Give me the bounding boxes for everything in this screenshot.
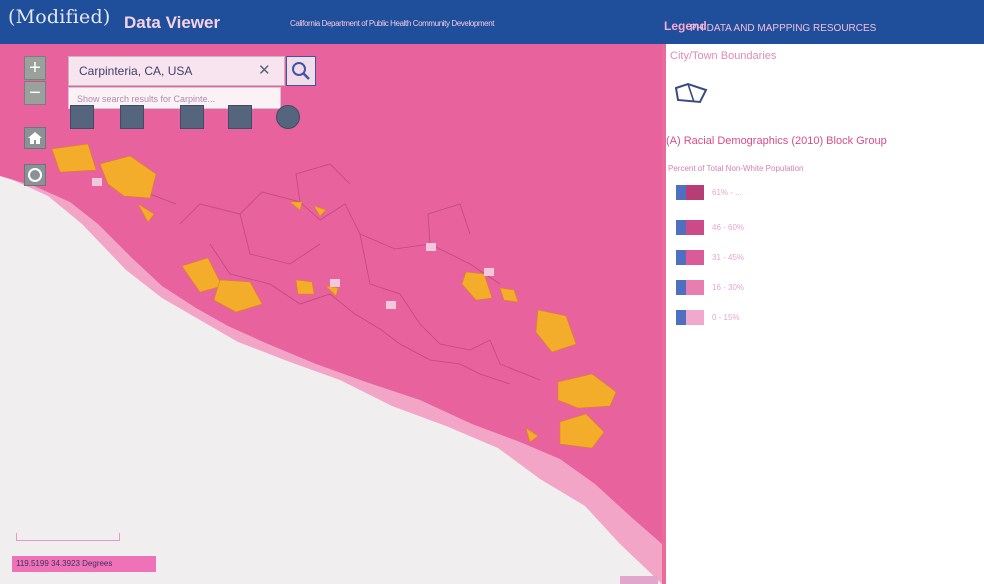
legend-class-label: 61% - ...: [712, 188, 742, 197]
agency-link[interactable]: California Department of Public Health C…: [290, 19, 495, 28]
scale-bar: [16, 533, 120, 541]
legend-class-label: 0 - 15%: [712, 313, 740, 322]
bookmark-tool-button[interactable]: [180, 105, 204, 129]
app-header: (Modified) Data Viewer California Depart…: [0, 0, 984, 44]
search-clear-button[interactable]: ✕: [258, 61, 271, 79]
app-root: (Modified) Data Viewer California Depart…: [0, 0, 984, 584]
coordinate-readout: 119.5199 34.3923 Degrees: [12, 556, 156, 572]
zoom-out-button[interactable]: −: [24, 81, 46, 105]
basemap-tool-button[interactable]: [70, 105, 94, 129]
resources-link[interactable]: PH DATA AND MAPPPING RESOURCES: [690, 23, 876, 34]
search-button[interactable]: [286, 56, 316, 86]
layers-tool-button[interactable]: [228, 105, 252, 129]
map-canvas[interactable]: + − ✕ Show search results for Carpinte..…: [0, 44, 662, 584]
info-tool-button[interactable]: [276, 105, 300, 129]
print-tool-button[interactable]: [120, 105, 144, 129]
legend-swatch: [676, 280, 704, 295]
search-icon: [292, 62, 310, 80]
legend-layer-city: City/Town Boundaries: [670, 50, 777, 62]
legend-panel: City/Town Boundaries (A) Racial Demograp…: [662, 44, 984, 584]
legend-class-label: 46 - 60%: [712, 223, 745, 232]
home-icon: [28, 132, 42, 144]
legend-swatch: [676, 310, 704, 325]
legend-class-label: 16 - 30%: [712, 283, 745, 292]
zoom-in-button[interactable]: +: [24, 56, 46, 80]
legend-field-label: Percent of Total Non-White Population: [668, 164, 804, 173]
polygon-icon: [674, 82, 708, 104]
legend-swatch: [676, 220, 704, 235]
locate-button[interactable]: [24, 164, 46, 186]
map-layers: [0, 44, 662, 584]
watermark-label: (Modified): [8, 6, 111, 28]
legend-swatch: [676, 185, 704, 200]
home-button[interactable]: [24, 127, 46, 149]
locate-icon: [28, 168, 42, 182]
search-container: [68, 56, 285, 86]
legend-swatch: [676, 250, 704, 265]
legend-layer-demographics: (A) Racial Demographics (2010) Block Gro…: [666, 135, 887, 147]
legend-class-label: 31 - 45%: [712, 253, 745, 262]
search-input[interactable]: [79, 64, 259, 78]
app-title: Data Viewer: [124, 13, 221, 32]
panel-toggle-tab[interactable]: [620, 576, 658, 584]
